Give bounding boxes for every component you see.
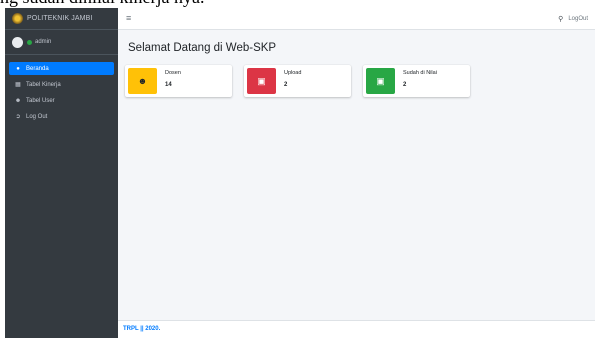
navbar-right: ⚲ LogOut [558, 15, 588, 23]
brand-link[interactable]: POLITEKNIK JAMBI [5, 8, 118, 30]
logout-link[interactable]: LogOut [568, 16, 588, 22]
sidebar-item-log-out[interactable]: ➲ Log Out [9, 110, 114, 123]
sidebar-item-label: Tabel Kinerja [26, 81, 61, 88]
users-icon: ☻ [128, 68, 157, 94]
footer: TRPL || 2020. [118, 320, 595, 338]
top-navbar: ≡ ⚲ LogOut [118, 8, 595, 30]
sidebar-item-beranda[interactable]: ● Beranda [9, 62, 114, 75]
sidebar-item-label: Beranda [26, 65, 49, 72]
users-icon: ☻ [14, 97, 22, 104]
info-box-value: 2 [284, 82, 288, 88]
dashboard-icon: ● [16, 65, 20, 72]
info-box-dosen[interactable]: ☻ Dosen 14 [125, 65, 232, 97]
search-icon[interactable]: ⚲ [558, 15, 563, 23]
main-content: Selamat Datang di Web-SKP ☻ Dosen 14 ▣ U… [118, 30, 595, 320]
info-box-label: Dosen [165, 70, 181, 76]
info-box-upload[interactable]: ▣ Upload 2 [244, 65, 351, 97]
sidebar-item-tabel-kinerja[interactable]: ▦ Tabel Kinerja [9, 78, 114, 91]
sign-out-icon: ➲ [15, 114, 21, 120]
brand-name: POLITEKNIK JAMBI [27, 15, 93, 22]
online-status-icon [27, 39, 32, 45]
politeknik-logo-icon [12, 13, 23, 24]
footer-text[interactable]: TRPL || 2020. [123, 326, 160, 332]
sidebar: POLITEKNIK JAMBI admin ● Beranda ▦ Tabel… [5, 8, 118, 338]
user-panel: admin [5, 30, 118, 55]
sidebar-item-label: Log Out [26, 113, 48, 120]
document-text: ng sudah dinilai kinerja nya. [0, 0, 204, 8]
info-box-value: 14 [165, 82, 172, 88]
sidebar-item-label: Tabel User [26, 97, 55, 104]
page-title: Selamat Datang di Web-SKP [128, 42, 277, 54]
bars-icon[interactable]: ≡ [126, 13, 131, 23]
info-box-sudah-dinilai[interactable]: ▣ Sudah di Nilai 2 [363, 65, 470, 97]
table-icon: ▦ [15, 82, 21, 88]
sidebar-nav: ● Beranda ▦ Tabel Kinerja ☻ Tabel User ➲… [5, 55, 118, 133]
avatar [12, 36, 23, 48]
info-box-label: Upload [284, 70, 302, 76]
document-text-fragment: ng sudah dinilai kinerja nya. [0, 0, 595, 8]
info-box-value: 2 [403, 82, 407, 88]
sidebar-item-tabel-user[interactable]: ☻ Tabel User [9, 94, 114, 107]
user-name[interactable]: admin [35, 39, 51, 45]
info-box-label: Sudah di Nilai [403, 70, 437, 76]
file-icon: ▣ [247, 68, 276, 94]
file-icon: ▣ [366, 68, 395, 94]
